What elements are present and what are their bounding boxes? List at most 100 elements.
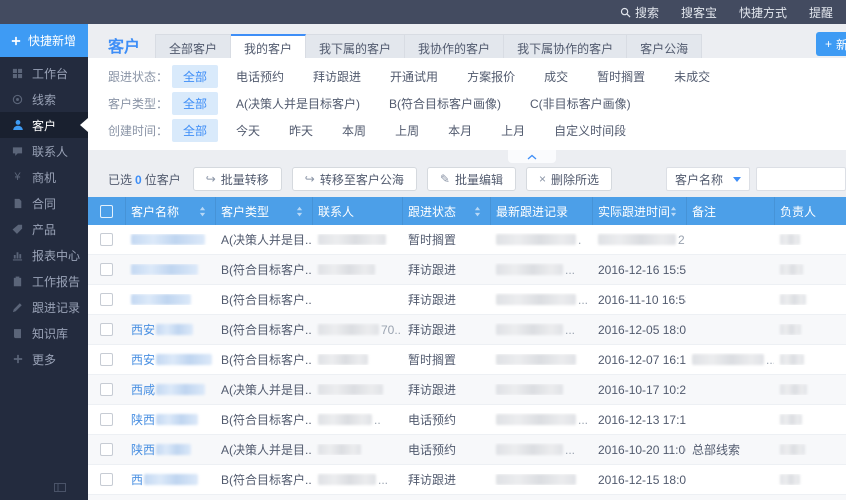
tab-我协作的客户[interactable]: 我协作的客户 [405, 34, 505, 58]
filter-option[interactable]: A(决策人并是目标客户) [225, 92, 371, 115]
search-field-select[interactable]: 客户名称 [666, 167, 750, 191]
filter-option[interactable]: 上周 [384, 119, 430, 142]
row-checkbox[interactable] [100, 413, 113, 426]
tab-我下属的客户[interactable]: 我下属的客户 [306, 34, 406, 58]
action-bar: 已选 0 位客户 ↪ 批量转移 ↪ 转移至客户公海 ✎ 批量编辑 × 删除所选 客户名称 [88, 166, 846, 192]
customer-link-text[interactable]: 陕西 [131, 411, 155, 428]
filter-option[interactable]: 拜访跟进 [302, 65, 372, 88]
sidebar-item-label: 更多 [32, 352, 57, 367]
column-label: 备注 [692, 204, 717, 219]
redacted-text [156, 324, 194, 335]
add-customer-button[interactable]: + 新增 [816, 32, 846, 56]
tab-我下属协作的客户[interactable]: 我下属协作的客户 [504, 34, 628, 58]
sidebar-item-work-report[interactable]: 工作报告 [0, 268, 88, 294]
topbar-item-shortcuts[interactable]: 快捷方式 [728, 0, 798, 24]
row-checkbox[interactable] [100, 263, 113, 276]
sidebar-item-more[interactable]: 更多 [0, 346, 88, 372]
sidebar-item-follow-record[interactable]: 跟进记录 [0, 294, 88, 320]
redacted-text [496, 324, 563, 335]
tab-全部客户[interactable]: 全部客户 [155, 34, 232, 58]
table-row[interactable]: 西咸 A(决策人并是目... 拜访跟进 2016-10-17 10:24 [88, 375, 846, 405]
topbar-item-search[interactable]: 搜索 [609, 0, 670, 24]
sidebar-item-product[interactable]: 产品 [0, 216, 88, 242]
tab-客户公海[interactable]: 客户公海 [627, 34, 703, 58]
filter-option[interactable]: 昨天 [278, 119, 324, 142]
filter-option[interactable]: 全部 [172, 65, 219, 88]
table-row[interactable]: 陕西 A(决策人并是目... 电话预约... 2016-10-20 11:06 总部线索 [88, 435, 846, 465]
row-checkbox[interactable] [100, 323, 113, 336]
sidebar-item-report-center[interactable]: 报表中心 [0, 242, 88, 268]
batch-edit-button[interactable]: ✎ 批量编辑 [426, 167, 516, 191]
redacted-text [318, 474, 376, 485]
filter-option[interactable]: 本周 [331, 119, 377, 142]
cell-text: 拜访跟进 [408, 293, 457, 307]
row-checkbox[interactable] [100, 383, 113, 396]
table-row[interactable]: 西 B(符合目标客户...... 拜访跟进 2016-12-15 18:08 [88, 465, 846, 495]
filter-option[interactable]: 方案报价 [456, 65, 526, 88]
sort-icon[interactable] [670, 206, 677, 217]
filter-option[interactable]: 自定义时间段 [543, 119, 637, 142]
row-checkbox[interactable] [100, 473, 113, 486]
select-all-checkbox[interactable] [100, 204, 113, 218]
column-label: 最新跟进记录 [496, 204, 569, 219]
row-checkbox[interactable] [100, 353, 113, 366]
cell-suffix: ... [766, 352, 774, 367]
quick-add-button[interactable]: 快捷新增 [0, 24, 88, 57]
topbar-item-reminder[interactable]: 提醒 [798, 0, 844, 24]
filter-option[interactable]: 未成交 [663, 65, 721, 88]
table-row[interactable]: 西安 B(符合目标客户... 70... 拜访跟进... 2016-12-05 18:0… [88, 315, 846, 345]
crm-app: { "colors": { "accent": "#3E8EF7", "tabl… [0, 0, 846, 500]
sidebar-item-workbench[interactable]: 工作台 [0, 60, 88, 86]
delete-selected-button[interactable]: × 删除所选 [525, 167, 612, 191]
sidebar-item-contract[interactable]: 合同 [0, 190, 88, 216]
sidebar-item-label: 报表中心 [32, 248, 81, 263]
sort-icon[interactable] [199, 206, 206, 217]
table-row[interactable]: B(符合目标客户... 拜访跟进... 2016-12-16 15:56 [88, 255, 846, 285]
customer-link-text[interactable]: 西安 [131, 321, 155, 338]
cell-text: B(符合目标客户... [221, 353, 312, 367]
row-checkbox[interactable] [100, 293, 113, 306]
filter-option[interactable]: 电话预约 [225, 65, 295, 88]
sidebar-item-business[interactable]: ¥ 商机 [0, 164, 88, 190]
sort-icon[interactable] [296, 206, 303, 217]
close-icon: × [538, 172, 546, 186]
owner-cell [774, 234, 846, 245]
tab-我的客户[interactable]: 我的客户 [231, 34, 307, 58]
customer-link-text[interactable]: 西安 [131, 351, 155, 368]
table-row[interactable]: 西安 B(符合目标客户... 暂时搁置 2016-12-07 16:10... [88, 345, 846, 375]
transfer-to-pool-button[interactable]: ↪ 转移至客户公海 [291, 167, 417, 191]
filter-option[interactable]: 今天 [225, 119, 271, 142]
filter-option[interactable]: 全部 [172, 92, 219, 115]
topbar-item-label: 提醒 [808, 5, 833, 20]
filter-option[interactable]: 暂时搁置 [586, 65, 656, 88]
search-input[interactable] [756, 167, 846, 191]
table-row[interactable]: 西C(非目标客户画....电话预约...2016-12-15 15:08 [88, 495, 846, 500]
row-checkbox[interactable] [100, 443, 113, 456]
sidebar-item-clue[interactable]: 线索 [0, 86, 88, 112]
filter-option[interactable]: 成交 [533, 65, 579, 88]
customer-link-text[interactable]: 西 [131, 471, 143, 488]
filter-collapse-button[interactable] [508, 150, 556, 163]
table-row[interactable]: A(决策人并是目... 暂时搁置. 2 [88, 225, 846, 255]
sidebar-item-customer[interactable]: 客户 [0, 112, 88, 138]
customer-name-cell [125, 294, 215, 305]
topbar-item-soukebao[interactable]: 搜客宝 [670, 0, 728, 24]
column-header-负责人: 负责人 [774, 197, 846, 225]
filter-option[interactable]: 开通试用 [379, 65, 449, 88]
redacted-text [780, 414, 802, 425]
filter-option[interactable]: 全部 [172, 119, 219, 142]
sidebar-item-knowledge[interactable]: 知识库 [0, 320, 88, 346]
filter-option[interactable]: 本月 [437, 119, 483, 142]
customer-link-text[interactable]: 西咸 [131, 381, 155, 398]
table-row[interactable]: B(符合目标客户... 拜访跟进... 2016-11-10 16:58 [88, 285, 846, 315]
filter-option[interactable]: 上月 [490, 119, 536, 142]
sidebar-collapse-icon[interactable] [54, 481, 66, 495]
sort-icon[interactable] [474, 206, 481, 217]
batch-transfer-button[interactable]: ↪ 批量转移 [192, 167, 282, 191]
table-row[interactable]: 陕西 B(符合目标客户..... 电话预约... 2016-12-13 17:14 [88, 405, 846, 435]
filter-option[interactable]: B(符合目标客户画像) [378, 92, 512, 115]
filter-option[interactable]: C(非目标客户画像) [519, 92, 642, 115]
row-checkbox[interactable] [100, 233, 113, 246]
sidebar-item-contacts[interactable]: 联系人 [0, 138, 88, 164]
customer-link-text[interactable]: 陕西 [131, 441, 155, 458]
